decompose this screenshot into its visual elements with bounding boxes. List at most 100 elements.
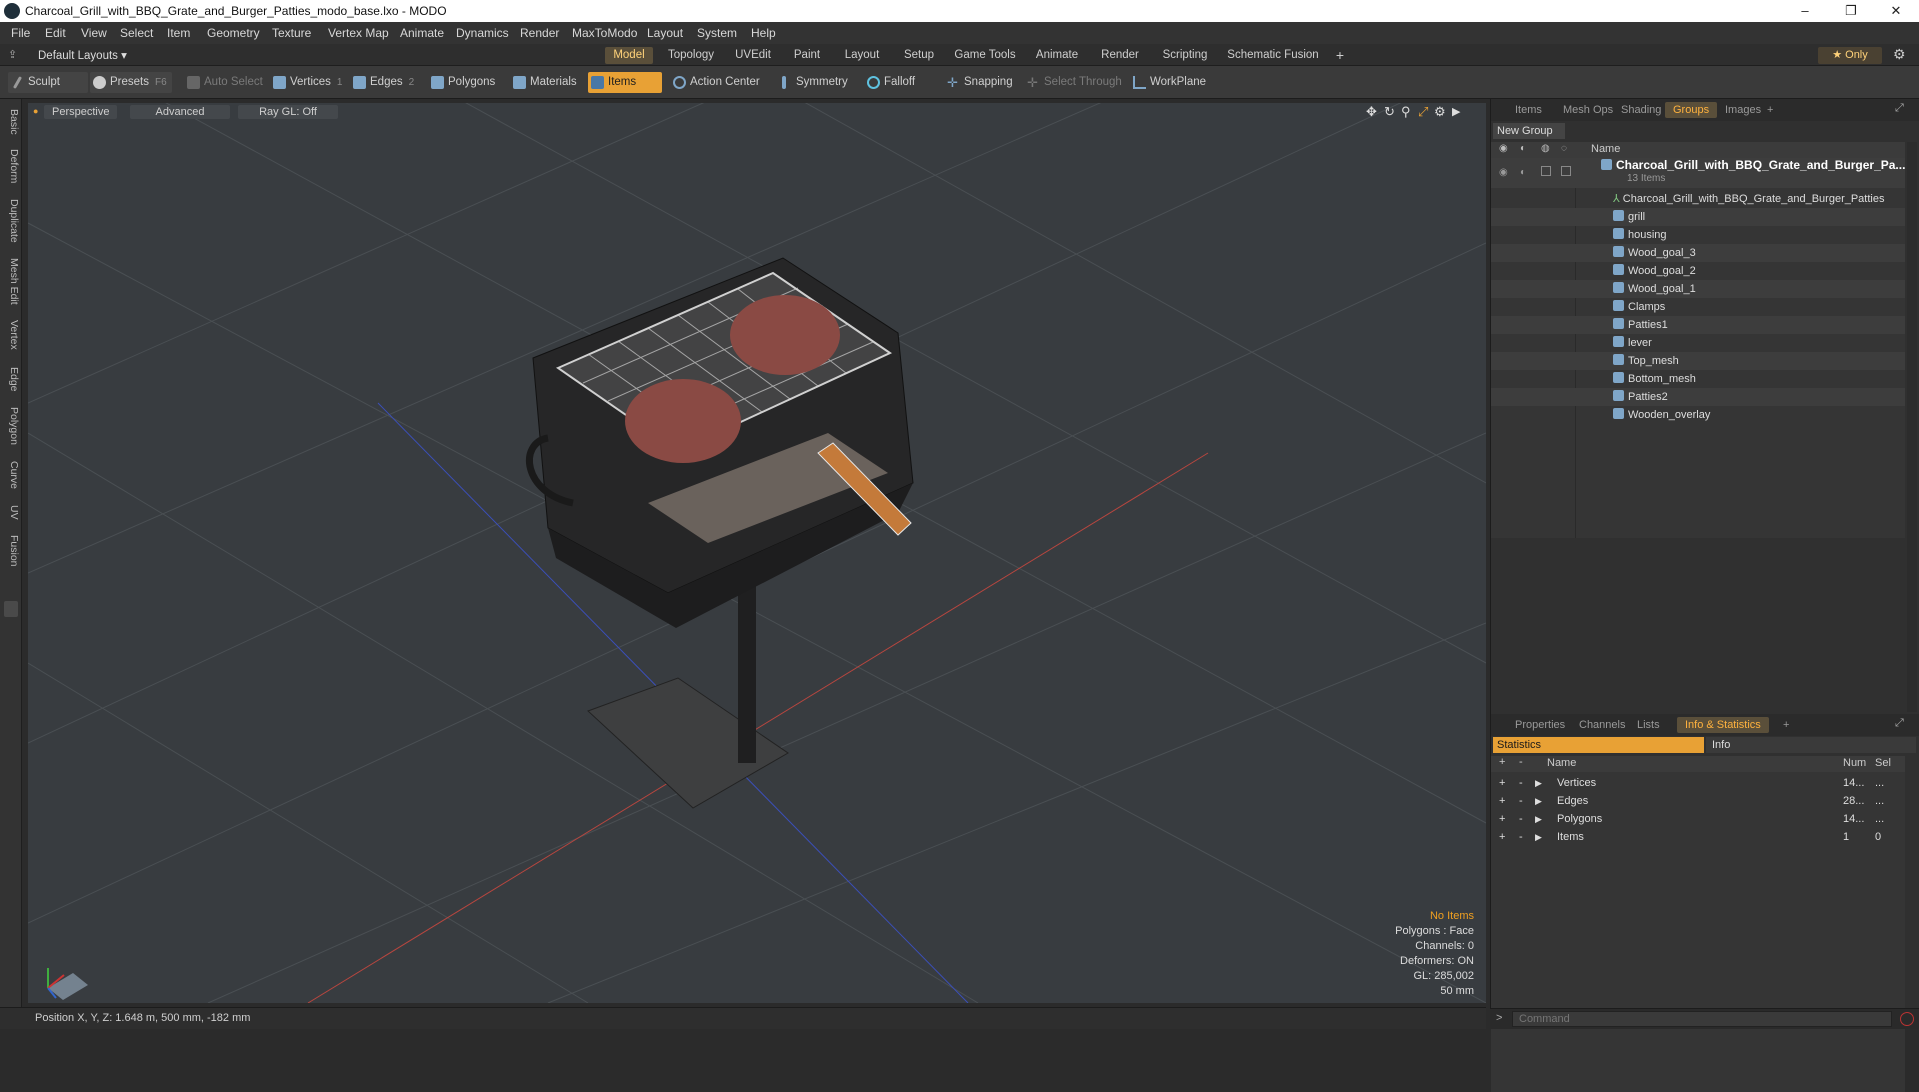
minimize-button[interactable]: – — [1782, 0, 1828, 22]
zoom-view-icon[interactable]: ⚲ — [1401, 104, 1411, 120]
maximize-button[interactable]: ❐ — [1828, 0, 1874, 22]
expand-row-icon[interactable]: + — [1499, 792, 1505, 810]
list-item[interactable]: Wood_goal_1 — [1491, 280, 1905, 298]
group-row[interactable]: ◉ ◐ Charcoal_Grill_with_BBQ_Grate_and_Bu… — [1491, 158, 1905, 188]
tab-info-statistics[interactable]: Info & Statistics — [1677, 717, 1769, 733]
list-item[interactable]: Patties1 — [1491, 316, 1905, 334]
collapse-row-icon[interactable]: - — [1519, 810, 1523, 828]
menu-animate[interactable]: Animate — [400, 26, 444, 40]
add-panel-tab-icon[interactable]: + — [1759, 102, 1781, 118]
list-item[interactable]: Top_mesh — [1491, 352, 1905, 370]
row-arrow-icon[interactable]: ▶ — [1535, 774, 1542, 792]
fit-view-icon[interactable]: ⤢ — [1418, 104, 1428, 120]
edges-button[interactable]: Edges 2 — [350, 72, 426, 93]
vtab-edge[interactable]: Edge — [2, 361, 20, 397]
tab-layout[interactable]: Layout — [837, 47, 887, 64]
symmetry-button[interactable]: Symmetry — [776, 72, 858, 93]
expand-row-icon[interactable]: + — [1499, 774, 1505, 792]
expand-all-icon[interactable]: + — [1499, 756, 1505, 768]
new-group-button[interactable]: New Group — [1493, 123, 1565, 139]
table-row[interactable]: + - ▶ Items 1 0 — [1491, 828, 1905, 846]
tab-channels[interactable]: Channels — [1571, 717, 1633, 733]
tab-shading[interactable]: Shading — [1613, 102, 1669, 118]
falloff-button[interactable]: Falloff — [864, 72, 934, 93]
row-arrow-icon[interactable]: ▶ — [1535, 792, 1542, 810]
grill-model[interactable] — [525, 257, 914, 809]
visibility-icon[interactable]: ◉ — [1499, 164, 1508, 182]
row-arrow-icon[interactable]: ▶ — [1535, 810, 1542, 828]
vtab-vertex[interactable]: Vertex — [2, 315, 20, 355]
gear-icon[interactable]: ⚙ — [1893, 46, 1906, 63]
3d-viewport[interactable]: ● Perspective Advanced Ray GL: Off ✥ ↻ ⚲… — [28, 103, 1486, 1003]
menu-help[interactable]: Help — [751, 26, 776, 40]
tab-mesh-ops[interactable]: Mesh Ops — [1555, 102, 1621, 118]
viewport-menu-icon[interactable]: ● — [33, 106, 38, 116]
menu-edit[interactable]: Edit — [45, 26, 66, 40]
close-button[interactable]: ✕ — [1873, 0, 1919, 22]
list-item[interactable]: Wood_goal_2 — [1491, 262, 1905, 280]
move-view-icon[interactable]: ✥ — [1366, 104, 1377, 120]
viewport-expand-icon[interactable]: ▶ — [1452, 105, 1460, 118]
tab-game-tools[interactable]: Game Tools — [951, 47, 1019, 64]
render-icon[interactable]: ◐ — [1520, 164, 1526, 182]
record-icon[interactable] — [1900, 1012, 1914, 1026]
expand-tabs-button[interactable] — [4, 601, 18, 617]
menu-view[interactable]: View — [81, 26, 107, 40]
select-checkbox[interactable] — [1561, 166, 1571, 176]
menu-vertex-map[interactable]: Vertex Map — [328, 26, 389, 40]
vertices-button[interactable]: Vertices 1 — [270, 72, 346, 93]
menu-render[interactable]: Render — [520, 26, 559, 40]
menu-geometry[interactable]: Geometry — [207, 26, 260, 40]
vtab-uv[interactable]: UV — [2, 499, 20, 525]
menu-system[interactable]: System — [697, 26, 737, 40]
vtab-duplicate[interactable]: Duplicate — [2, 195, 20, 247]
sculpt-button[interactable]: Sculpt — [8, 72, 88, 93]
list-item[interactable]: Wood_goal_3 — [1491, 244, 1905, 262]
tab-animate[interactable]: Animate — [1029, 47, 1085, 64]
render-column-icon[interactable]: ◐ — [1520, 143, 1526, 154]
tab-properties[interactable]: Properties — [1507, 717, 1573, 733]
collapse-row-icon[interactable]: - — [1519, 828, 1523, 846]
tab-setup[interactable]: Setup — [897, 47, 941, 64]
add-panel-tab-icon[interactable]: + — [1775, 717, 1797, 733]
vtab-mesh-edit[interactable]: Mesh Edit — [2, 255, 20, 307]
list-item[interactable]: grill — [1491, 208, 1905, 226]
list-item[interactable]: Patties2 — [1491, 388, 1905, 406]
menu-file[interactable]: File — [11, 26, 30, 40]
menu-item[interactable]: Item — [167, 26, 190, 40]
list-item[interactable]: Bottom_mesh — [1491, 370, 1905, 388]
list-item[interactable]: Clamps — [1491, 298, 1905, 316]
tab-items[interactable]: Items — [1507, 102, 1550, 118]
tab-schematic-fusion[interactable]: Schematic Fusion — [1225, 47, 1321, 64]
list-item[interactable]: lever — [1491, 334, 1905, 352]
collapse-row-icon[interactable]: - — [1519, 792, 1523, 810]
info-tab[interactable]: Info — [1706, 737, 1916, 753]
tab-render[interactable]: Render — [1095, 47, 1145, 64]
vtab-curve[interactable]: Curve — [2, 455, 20, 495]
lock-checkbox[interactable] — [1541, 166, 1551, 176]
menu-texture[interactable]: Texture — [272, 26, 311, 40]
command-input[interactable] — [1512, 1011, 1892, 1027]
panel-expand-icon[interactable]: ⤢ — [1895, 102, 1904, 115]
expand-row-icon[interactable]: + — [1499, 810, 1505, 828]
only-toggle[interactable]: ★ Only — [1818, 47, 1882, 64]
viewport-settings-icon[interactable]: ⚙ — [1434, 104, 1446, 120]
menu-select[interactable]: Select — [120, 26, 153, 40]
vtab-basic[interactable]: Basic — [2, 105, 20, 139]
expand-row-icon[interactable]: + — [1499, 828, 1505, 846]
perspective-button[interactable]: Perspective — [44, 105, 118, 119]
menu-dynamics[interactable]: Dynamics — [456, 26, 509, 40]
groups-scrollbar[interactable] — [1907, 142, 1917, 712]
row-arrow-icon[interactable]: ▶ — [1535, 828, 1542, 846]
layout-up-icon[interactable]: ⇪ — [8, 48, 17, 61]
list-item[interactable]: Wooden_overlay — [1491, 406, 1905, 424]
tab-topology[interactable]: Topology — [663, 47, 719, 64]
workplane-button[interactable]: WorkPlane — [1130, 72, 1220, 93]
menu-maxtomodo[interactable]: MaxToModo — [572, 26, 637, 40]
snapping-button[interactable]: ✛ Snapping — [944, 72, 1024, 93]
tab-model[interactable]: Model — [605, 47, 653, 64]
presets-button[interactable]: Presets F6 — [90, 72, 172, 93]
vtab-deform[interactable]: Deform — [2, 145, 20, 187]
tab-uvedit[interactable]: UVEdit — [729, 47, 777, 64]
tab-paint[interactable]: Paint — [787, 47, 827, 64]
